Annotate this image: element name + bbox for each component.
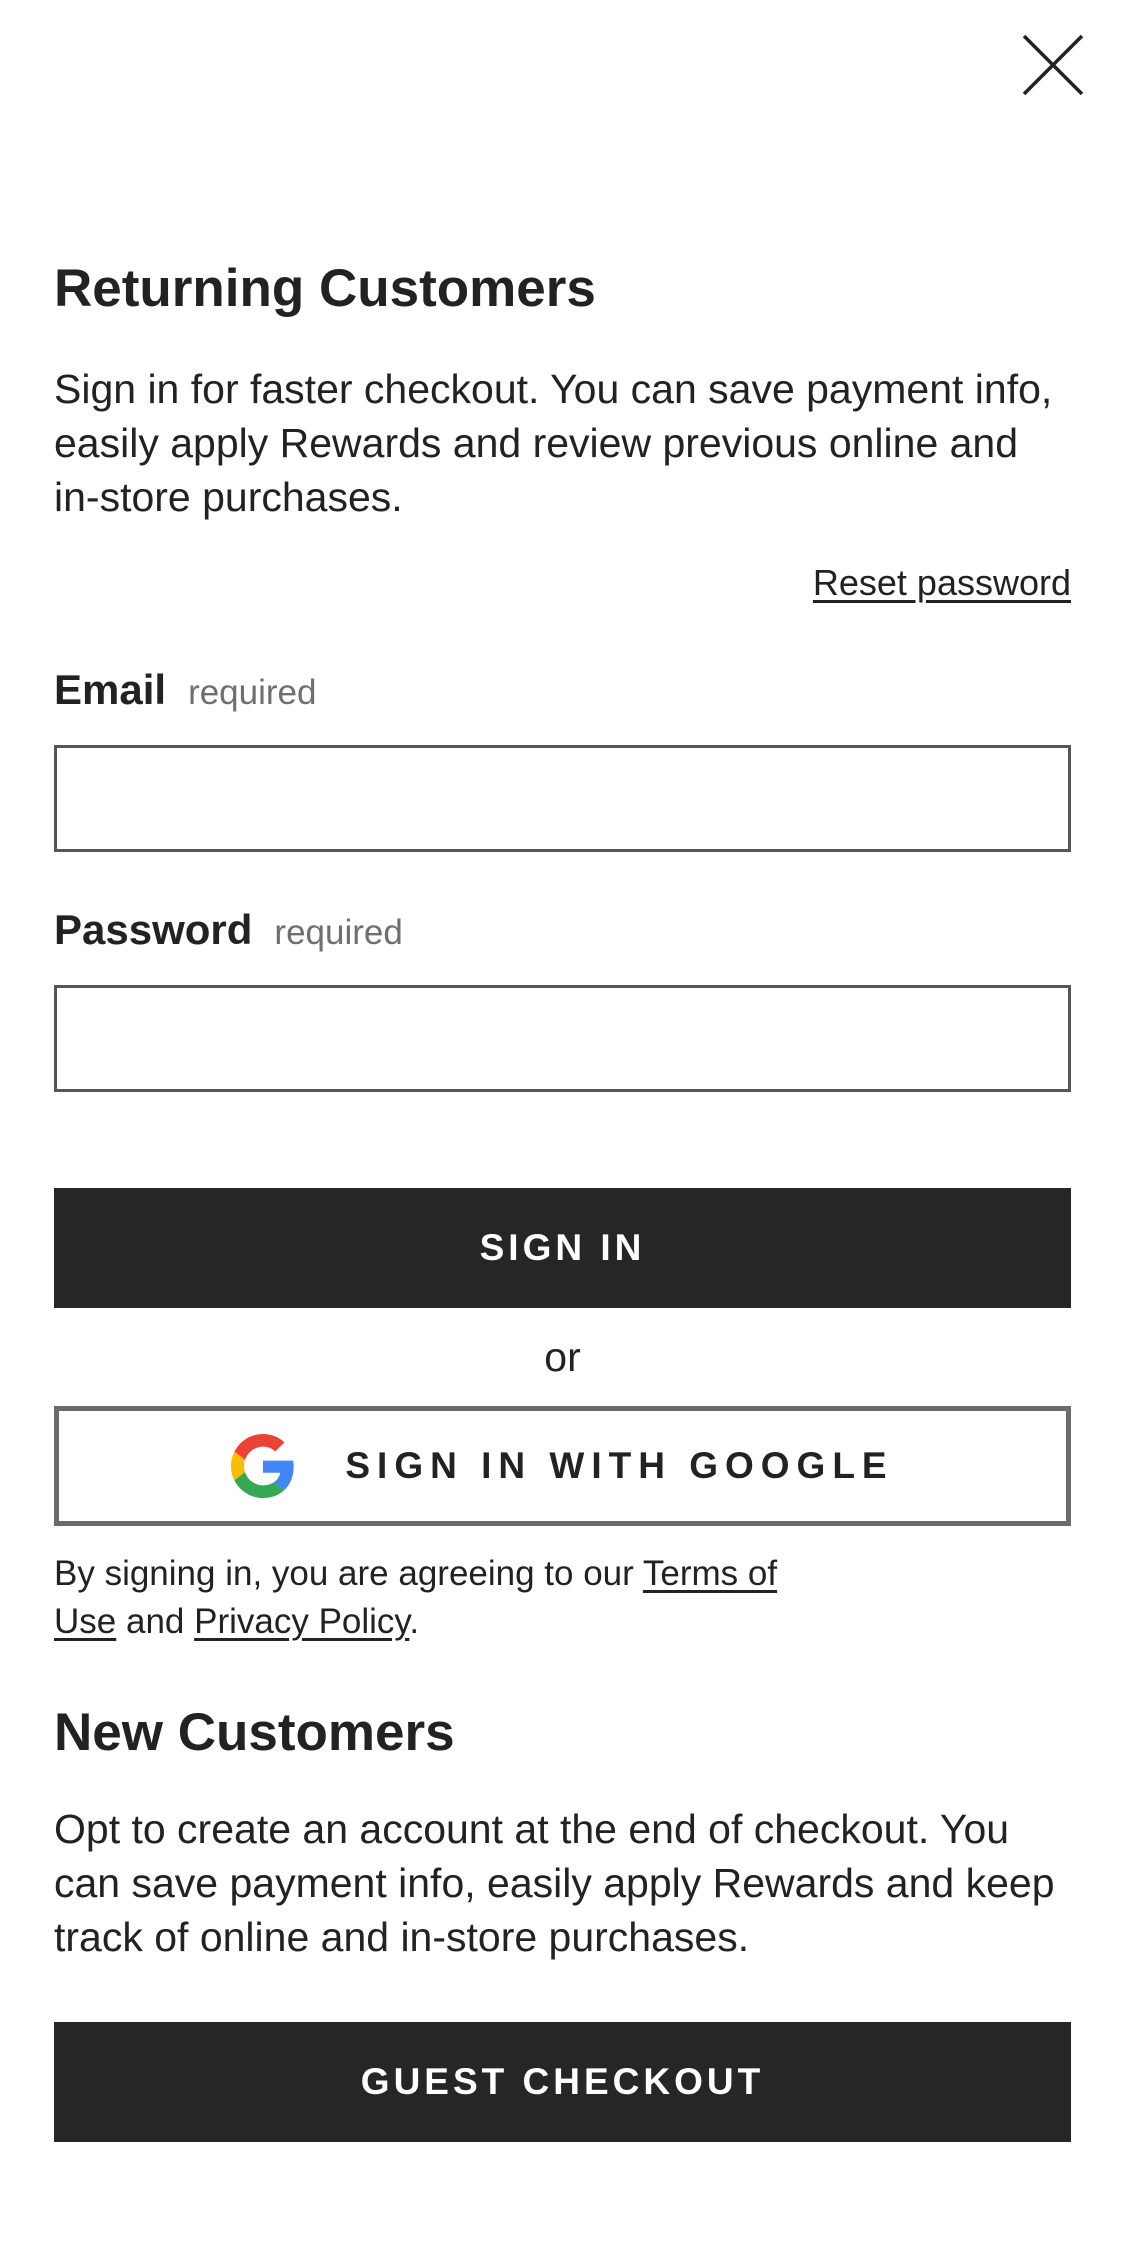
sign-in-button[interactable]: SIGN IN	[54, 1188, 1071, 1308]
sign-in-button-label: SIGN IN	[479, 1227, 646, 1268]
email-required-text: required	[188, 673, 317, 712]
password-label: Password required	[54, 906, 403, 954]
legal-suffix: .	[409, 1602, 420, 1641]
close-button[interactable]	[1018, 30, 1088, 100]
password-required-text: required	[274, 913, 403, 952]
or-divider: or	[544, 1334, 581, 1380]
google-icon	[231, 1434, 295, 1498]
password-field[interactable]	[54, 985, 1071, 1092]
sign-in-with-google-label: SIGN IN WITH GOOGLE	[345, 1445, 894, 1486]
new-customers-description: Opt to create an account at the end of c…	[54, 1806, 1055, 1960]
guest-checkout-button[interactable]: GUEST CHECKOUT	[54, 2022, 1071, 2142]
email-label: Email required	[54, 666, 316, 714]
privacy-policy-link[interactable]: Privacy Policy	[194, 1602, 409, 1641]
email-label-text: Email	[54, 666, 167, 713]
new-customers-heading: New Customers	[54, 1703, 455, 1762]
reset-password-link[interactable]: Reset password	[813, 562, 1071, 604]
returning-customers-description: Sign in for faster checkout. You can sav…	[54, 366, 1053, 520]
password-label-text: Password	[54, 906, 253, 953]
legal-notice: By signing in, you are agreeing to our T…	[54, 1550, 834, 1646]
legal-and: and	[116, 1602, 195, 1641]
sign-in-with-google-button[interactable]: SIGN IN WITH GOOGLE	[54, 1406, 1071, 1526]
returning-customers-heading: Returning Customers	[54, 259, 596, 318]
close-icon	[1022, 34, 1084, 96]
legal-prefix: By signing in, you are agreeing to our	[54, 1554, 643, 1593]
email-field[interactable]	[54, 745, 1071, 852]
guest-checkout-button-label: GUEST CHECKOUT	[360, 2061, 765, 2102]
